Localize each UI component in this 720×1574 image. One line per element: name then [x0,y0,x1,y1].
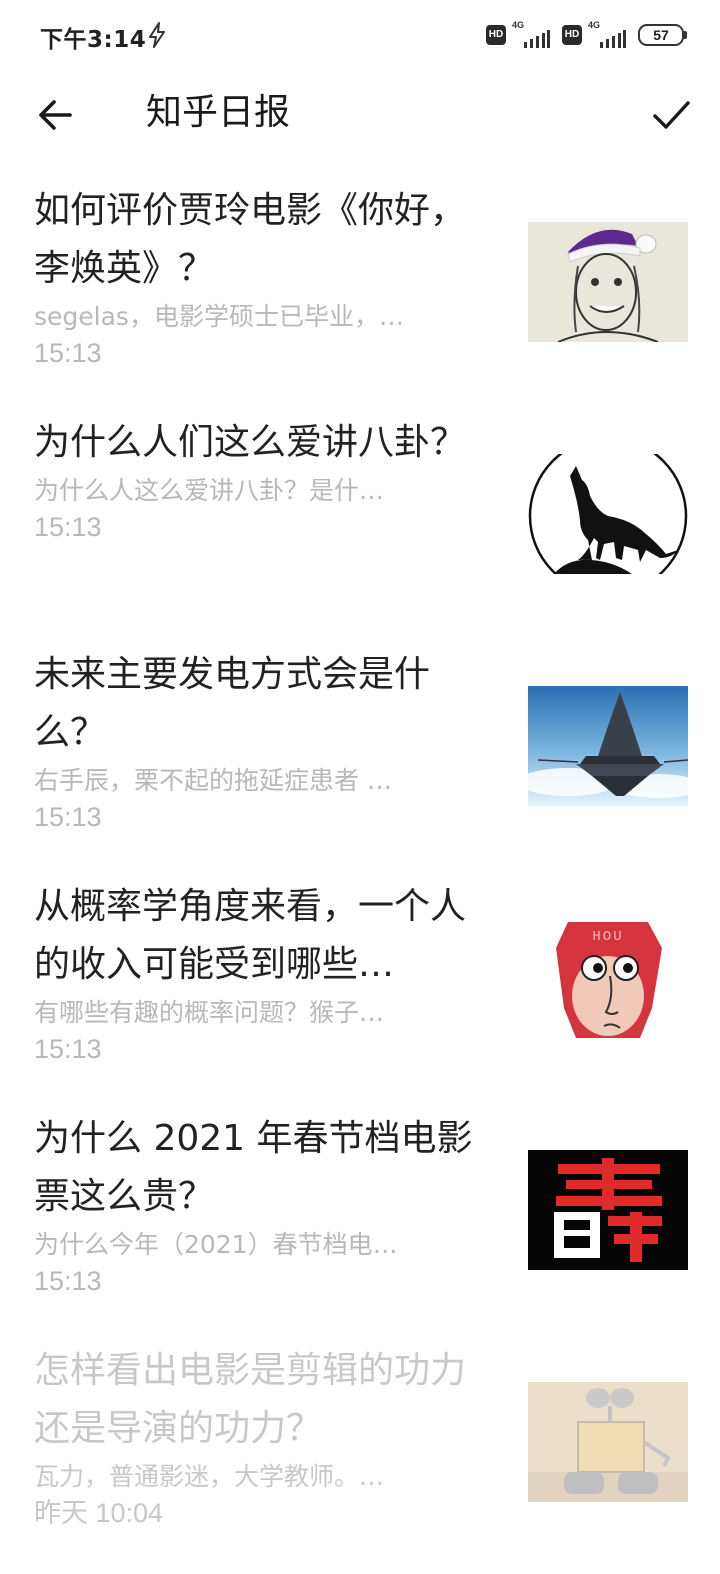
story-title: 如何评价贾玲电影《你好，李焕英》？ [34,190,467,289]
red-glyph-logo-image [528,1150,688,1270]
signal-bars-icon [524,30,550,48]
story-hint: 为什么人这么爱讲八卦？是什… [34,476,385,505]
network-type-label-1: 4G [512,20,525,30]
floating-tower-sky-image [528,686,688,806]
robot-wall-e-image [528,1382,688,1502]
story-item[interactable]: 如何评价贾玲电影《你好，李焕英》？ segelas，电影学硕士已毕业，… 15:… [0,182,720,414]
story-item[interactable]: 未来主要发电方式会是什么？ 右手辰，栗不起的拖延症患者 … 15:13 [0,646,720,878]
battery-icon: 57 [638,24,687,46]
status-bar: 下午3:14 HD 4G HD 4G 57 [0,0,720,70]
mark-all-read-check-icon[interactable] [646,90,696,140]
story-item[interactable]: 为什么人们这么爱讲八卦？ 为什么人这么爱讲八卦？是什… 15:13 [0,414,720,646]
story-hint: 有哪些有趣的概率问题？猴子… [34,998,385,1027]
hd-badge-1: HD [486,25,506,45]
status-indicators: HD 4G HD 4G 57 [486,20,687,50]
story-item[interactable]: 从概率学角度来看，一个人的收入可能受到哪些… 有哪些有趣的概率问题？猴子… 15… [0,878,720,1110]
story-title: 为什么 2021 年春节档电影票这么贵？ [34,1118,473,1217]
story-date: 昨天 10:04 [34,1498,164,1528]
hd-badge-2: HD [562,25,582,45]
story-hint: 瓦力，普通影迷，大学教师。… [34,1462,385,1491]
story-title: 怎样看出电影是剪辑的功力还是导演的功力？ [34,1350,467,1449]
story-title: 未来主要发电方式会是什么？ [34,654,431,753]
story-date: 15:13 [34,512,102,542]
back-arrow-icon[interactable] [30,90,80,140]
story-title: 从概率学角度来看，一个人的收入可能受到哪些… [34,886,467,985]
charging-bolt-icon [149,22,165,48]
story-item[interactable]: 为什么 2021 年春节档电影票这么贵？ 为什么今年（2021）春节档电… 15… [0,1110,720,1342]
status-time: 下午3:14 [40,27,147,53]
story-hint: segelas，电影学硕士已毕业，… [34,302,404,331]
story-text: 未来主要发电方式会是什么？ 右手辰，栗不起的拖延症患者 … 15:13 [34,646,494,836]
story-hint: 为什么今年（2021）春节档电… [34,1230,398,1259]
story-date: 15:13 [34,338,102,368]
story-text: 为什么人们这么爱讲八卦？ 为什么人这么爱讲八卦？是什… 15:13 [34,414,494,546]
story-text: 从概率学角度来看，一个人的收入可能受到哪些… 有哪些有趣的概率问题？猴子… 15… [34,878,494,1068]
signal-strength-icon-1: 4G [512,20,552,48]
story-date: 15:13 [34,1034,102,1064]
signal-bars-icon [600,30,626,48]
story-date: 15:13 [34,1266,102,1296]
story-item-read[interactable]: 怎样看出电影是剪辑的功力还是导演的功力？ 瓦力，普通影迷，大学教师。… 昨天 1… [0,1342,720,1574]
story-text: 为什么 2021 年春节档电影票这么贵？ 为什么今年（2021）春节档电… 15… [34,1110,494,1300]
story-text: 怎样看出电影是剪辑的功力还是导演的功力？ 瓦力，普通影迷，大学教师。… 昨天 1… [34,1342,494,1532]
thumb-logo-text: HOU [592,929,623,945]
howling-wolf-image [528,454,688,574]
page-title: 知乎日报 [146,92,291,133]
red-monkey-hou-image: HOU [528,918,688,1038]
network-type-label-2: 4G [588,20,601,30]
story-list: 如何评价贾玲电影《你好，李焕英》？ segelas，电影学硕士已毕业，… 15:… [0,182,720,1574]
story-hint: 右手辰，栗不起的拖延症患者 … [34,766,392,795]
app-bar: 知乎日报 [0,70,720,156]
caricature-santa-hat-image [528,222,688,342]
story-text: 如何评价贾玲电影《你好，李焕英》？ segelas，电影学硕士已毕业，… 15:… [34,182,494,372]
signal-strength-icon-2: 4G [588,20,628,48]
story-title: 为什么人们这么爱讲八卦？ [34,422,467,463]
story-date: 15:13 [34,802,102,832]
